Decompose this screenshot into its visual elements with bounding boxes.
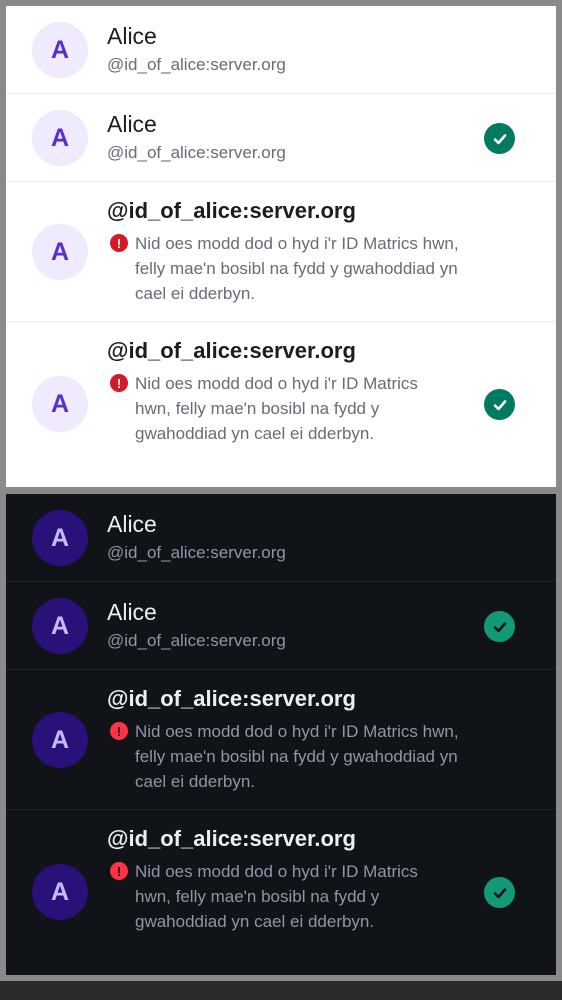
avatar: A	[32, 110, 88, 166]
user-id-title: @id_of_alice:server.org	[107, 826, 356, 851]
user-id: @id_of_alice:server.org	[107, 543, 286, 562]
unknown-user-row-selected[interactable]: A @id_of_alice:server.org ! Nid oes modd…	[6, 810, 556, 975]
user-text: @id_of_alice:server.org ! Nid oes modd d…	[107, 197, 480, 306]
user-id-title: @id_of_alice:server.org	[107, 686, 356, 711]
unknown-id-warning: ! Nid oes modd dod o hyd i'r ID Matrics …	[107, 719, 480, 794]
light-theme-list: A Alice @id_of_alice:server.org A Alice …	[6, 6, 556, 487]
user-id: @id_of_alice:server.org	[107, 143, 286, 162]
user-id: @id_of_alice:server.org	[107, 55, 286, 74]
user-display-name: Alice	[107, 111, 157, 137]
user-id-title: @id_of_alice:server.org	[107, 338, 356, 363]
avatar: A	[32, 598, 88, 654]
avatar: A	[32, 224, 88, 280]
check-circle-icon	[484, 123, 515, 154]
unknown-id-warning: ! Nid oes modd dod o hyd i'r ID Matrics …	[107, 859, 447, 934]
user-text: @id_of_alice:server.org ! Nid oes modd d…	[107, 337, 447, 446]
avatar: A	[32, 864, 88, 920]
bottom-bar	[0, 981, 562, 1000]
unknown-user-row-selected[interactable]: A @id_of_alice:server.org ! Nid oes modd…	[6, 322, 556, 487]
user-display-name: Alice	[107, 599, 157, 625]
error-icon: !	[110, 374, 128, 392]
unknown-id-warning: ! Nid oes modd dod o hyd i'r ID Matrics …	[107, 371, 447, 446]
user-id-title: @id_of_alice:server.org	[107, 198, 356, 223]
error-icon: !	[110, 862, 128, 880]
user-row[interactable]: A Alice @id_of_alice:server.org	[6, 6, 556, 94]
check-circle-icon	[484, 389, 515, 420]
unknown-id-warning: ! Nid oes modd dod o hyd i'r ID Matrics …	[107, 231, 480, 306]
user-text: Alice @id_of_alice:server.org	[107, 510, 286, 564]
avatar: A	[32, 712, 88, 768]
dark-theme-list: A Alice @id_of_alice:server.org A Alice …	[6, 494, 556, 975]
user-row-selected[interactable]: A Alice @id_of_alice:server.org	[6, 94, 556, 182]
unknown-user-row[interactable]: A @id_of_alice:server.org ! Nid oes modd…	[6, 670, 556, 810]
check-circle-icon	[484, 611, 515, 642]
user-row-selected[interactable]: A Alice @id_of_alice:server.org	[6, 582, 556, 670]
avatar: A	[32, 22, 88, 78]
warning-text: Nid oes modd dod o hyd i'r ID Matrics hw…	[135, 862, 418, 931]
user-text: @id_of_alice:server.org ! Nid oes modd d…	[107, 825, 447, 934]
avatar: A	[32, 510, 88, 566]
unknown-user-row[interactable]: A @id_of_alice:server.org ! Nid oes modd…	[6, 182, 556, 322]
user-row[interactable]: A Alice @id_of_alice:server.org	[6, 494, 556, 582]
user-display-name: Alice	[107, 511, 157, 537]
avatar: A	[32, 376, 88, 432]
warning-text: Nid oes modd dod o hyd i'r ID Matrics hw…	[135, 722, 459, 791]
user-text: Alice @id_of_alice:server.org	[107, 598, 286, 652]
user-display-name: Alice	[107, 23, 157, 49]
user-text: @id_of_alice:server.org ! Nid oes modd d…	[107, 685, 480, 794]
error-icon: !	[110, 234, 128, 252]
user-text: Alice @id_of_alice:server.org	[107, 110, 286, 164]
warning-text: Nid oes modd dod o hyd i'r ID Matrics hw…	[135, 374, 418, 443]
error-icon: !	[110, 722, 128, 740]
warning-text: Nid oes modd dod o hyd i'r ID Matrics hw…	[135, 234, 459, 303]
check-circle-icon	[484, 877, 515, 908]
user-text: Alice @id_of_alice:server.org	[107, 22, 286, 76]
user-id: @id_of_alice:server.org	[107, 631, 286, 650]
